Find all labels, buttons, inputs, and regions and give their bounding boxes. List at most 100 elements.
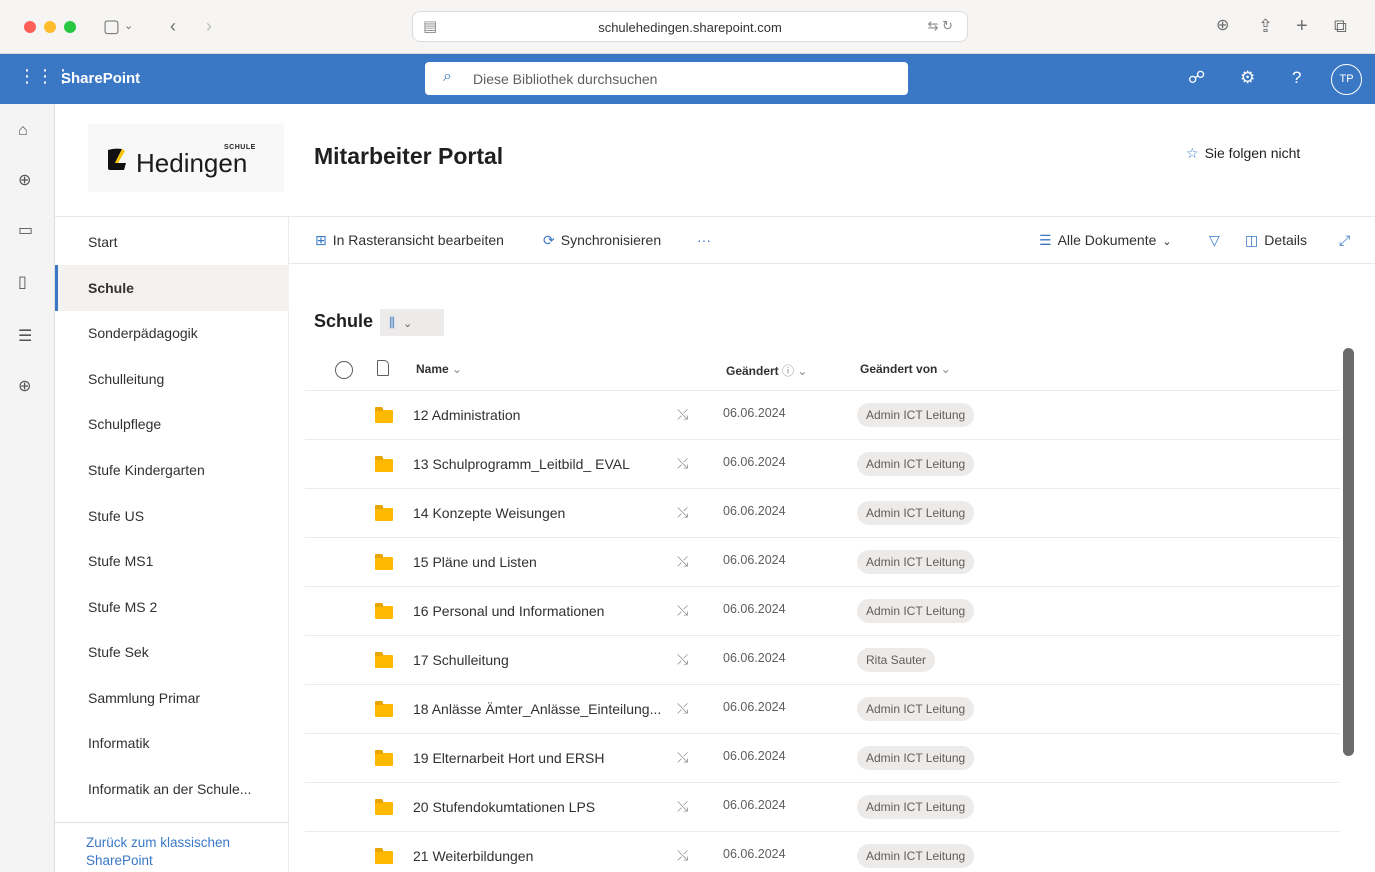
news-icon[interactable]: ▭	[18, 220, 33, 240]
pin-icon[interactable]: ⤯	[677, 504, 688, 521]
gear-icon[interactable]: ⚙	[1240, 68, 1255, 88]
forward-arrow-icon[interactable]: ›	[206, 12, 212, 40]
folder-icon	[375, 554, 393, 570]
table-row[interactable]: 20 Stufendokumtationen LPS ⤯ 06.06.2024 …	[305, 783, 1340, 832]
create-icon[interactable]: ⊕	[18, 376, 31, 396]
follow-button[interactable]: ☆ Sie folgen nicht	[1186, 145, 1300, 162]
more-commands-button[interactable]: ···	[697, 232, 711, 248]
select-all-checkbox[interactable]	[335, 361, 353, 379]
table-row[interactable]: 13 Schulprogramm_Leitbild_ EVAL ⤯ 06.06.…	[305, 440, 1340, 489]
pin-icon[interactable]: ⤯	[677, 847, 688, 864]
grid-edit-button[interactable]: ⊞ In Rasteransicht bearbeiten	[315, 232, 504, 249]
minimize-window-button[interactable]	[44, 21, 56, 33]
nav-item-stufe-ms2[interactable]: Stufe MS 2	[55, 584, 289, 630]
row-modified-by[interactable]: Admin ICT Leitung	[857, 550, 975, 574]
files-icon[interactable]: ▯	[18, 272, 27, 292]
row-modified-by[interactable]: Admin ICT Leitung	[857, 795, 975, 819]
row-name[interactable]: 13 Schulprogramm_Leitbild_ EVAL	[413, 456, 675, 472]
row-name[interactable]: 14 Konzepte Weisungen	[413, 505, 675, 521]
nav-item-informatik-an-der-schule[interactable]: Informatik an der Schule...	[55, 766, 289, 812]
lists-icon[interactable]: ☰	[18, 326, 32, 346]
download-icon[interactable]: ⊕	[1216, 12, 1229, 40]
table-row[interactable]: 18 Anlässe Ämter_Anlässe_Einteilung... ⤯…	[305, 685, 1340, 734]
pin-icon[interactable]: ⤯	[677, 406, 688, 423]
reload-icon[interactable]: ⇆ ↻	[928, 18, 953, 34]
nav-item-stufe-ms1[interactable]: Stufe MS1	[55, 538, 289, 584]
address-bar[interactable]: ▤ schulehedingen.sharepoint.com ⇆ ↻	[412, 11, 968, 42]
pin-icon[interactable]: ⤯	[677, 651, 688, 668]
pin-icon[interactable]: ⤯	[677, 553, 688, 570]
sync-button[interactable]: ⟳ Synchronisieren	[543, 232, 661, 249]
nav-item-start[interactable]: Start	[55, 219, 289, 265]
library-title[interactable]: Schule	[314, 311, 373, 332]
nav-item-schulleitung[interactable]: Schulleitung	[55, 356, 289, 402]
row-modified-by[interactable]: Admin ICT Leitung	[857, 501, 975, 525]
site-title[interactable]: Mitarbeiter Portal	[314, 143, 503, 170]
column-header-modified[interactable]: Geändert ⓘ ⌄	[726, 362, 807, 379]
pin-icon[interactable]: ⤯	[677, 455, 688, 472]
pin-icon[interactable]: ⤯	[677, 798, 688, 815]
row-modified-by[interactable]: Admin ICT Leitung	[857, 697, 975, 721]
nav-item-stufe-us[interactable]: Stufe US	[55, 493, 289, 539]
sidebar-toggle-icon[interactable]: ▢	[103, 12, 120, 40]
nav-item-schulpflege[interactable]: Schulpflege	[55, 401, 289, 447]
share-icon[interactable]: ⇪	[1258, 12, 1273, 40]
chevron-down-icon[interactable]: ⌄	[124, 12, 133, 40]
row-name[interactable]: 19 Elternarbeit Hort und ERSH	[413, 750, 675, 766]
row-modified-by[interactable]: Admin ICT Leitung	[857, 599, 975, 623]
row-name[interactable]: 17 Schulleitung	[413, 652, 675, 668]
table-row[interactable]: 16 Personal und Informationen ⤯ 06.06.20…	[305, 587, 1340, 636]
row-name[interactable]: 15 Pläne und Listen	[413, 554, 675, 570]
library-search-input[interactable]: ⌕ Diese Bibliothek durchsuchen	[425, 62, 908, 95]
close-window-button[interactable]	[24, 21, 36, 33]
nav-item-stufe-kindergarten[interactable]: Stufe Kindergarten	[55, 447, 289, 493]
nav-item-stufe-sek[interactable]: Stufe Sek	[55, 629, 289, 675]
column-header-modified-by[interactable]: Geändert von ⌄	[860, 362, 951, 376]
row-name[interactable]: 12 Administration	[413, 407, 675, 423]
chevron-down-icon: ⌄	[1162, 236, 1172, 248]
tab-overview-icon[interactable]: ⧉	[1334, 12, 1347, 40]
row-name[interactable]: 21 Weiterbildungen	[413, 848, 675, 864]
nav-item-schule[interactable]: Schule	[55, 265, 289, 311]
avatar[interactable]: TP	[1331, 64, 1362, 95]
nav-item-sonderpaedagogik[interactable]: Sonderpädagogik	[55, 310, 289, 356]
view-selector[interactable]: ☰ Alle Dokumente ⌄	[1039, 232, 1172, 249]
row-modified-by[interactable]: Rita Sauter	[857, 648, 936, 672]
row-modified-by[interactable]: Admin ICT Leitung	[857, 844, 975, 868]
details-button[interactable]: ◫ Details	[1245, 232, 1307, 249]
table-row[interactable]: 17 Schulleitung ⤯ 06.06.2024 Rita Sauter	[305, 636, 1340, 685]
row-name[interactable]: 16 Personal und Informationen	[413, 603, 675, 619]
row-modified-by[interactable]: Admin ICT Leitung	[857, 452, 975, 476]
table-row[interactable]: 14 Konzepte Weisungen ⤯ 06.06.2024 Admin…	[305, 489, 1340, 538]
scrollbar-thumb[interactable]	[1343, 348, 1354, 756]
site-logo[interactable]: SCHULE Hedingen	[88, 124, 284, 192]
expand-icon[interactable]: ⤢	[1339, 232, 1350, 249]
back-arrow-icon[interactable]: ‹	[170, 12, 176, 40]
column-header-name[interactable]: Name ⌄	[416, 362, 462, 376]
app-name[interactable]: SharePoint	[61, 70, 140, 87]
row-name[interactable]: 20 Stufendokumtationen LPS	[413, 799, 675, 815]
table-row[interactable]: 21 Weiterbildungen ⤯ 06.06.2024 Admin IC…	[305, 832, 1340, 872]
help-icon[interactable]: ?	[1292, 68, 1301, 88]
pin-icon[interactable]: ⤯	[677, 700, 688, 717]
nav-item-informatik[interactable]: Informatik	[55, 720, 289, 766]
pin-icon[interactable]: ⤯	[677, 749, 688, 766]
filter-icon[interactable]: ▽	[1209, 232, 1220, 249]
connections-icon[interactable]: ☍	[1188, 68, 1205, 88]
row-modified-by[interactable]: Admin ICT Leitung	[857, 403, 975, 427]
row-date: 06.06.2024	[723, 602, 786, 616]
library-view-switcher[interactable]: ⫼ ⌄	[380, 309, 444, 336]
new-tab-icon[interactable]: +	[1296, 12, 1308, 40]
pin-icon[interactable]: ⤯	[677, 602, 688, 619]
table-row[interactable]: 12 Administration ⤯ 06.06.2024 Admin ICT…	[305, 391, 1340, 440]
row-modified-by[interactable]: Admin ICT Leitung	[857, 746, 975, 770]
classic-sharepoint-link[interactable]: Zurück zum klassischen SharePoint	[86, 834, 276, 870]
row-name[interactable]: 18 Anlässe Ämter_Anlässe_Einteilung...	[413, 701, 675, 717]
nav-item-sammlung-primar[interactable]: Sammlung Primar	[55, 675, 289, 721]
globe-icon[interactable]: ⊕	[18, 170, 31, 190]
table-row[interactable]: 15 Pläne und Listen ⤯ 06.06.2024 Admin I…	[305, 538, 1340, 587]
zoom-window-button[interactable]	[64, 21, 76, 33]
chevron-down-icon: ⌄	[452, 362, 463, 376]
home-icon[interactable]: ⌂	[18, 122, 28, 140]
table-row[interactable]: 19 Elternarbeit Hort und ERSH ⤯ 06.06.20…	[305, 734, 1340, 783]
